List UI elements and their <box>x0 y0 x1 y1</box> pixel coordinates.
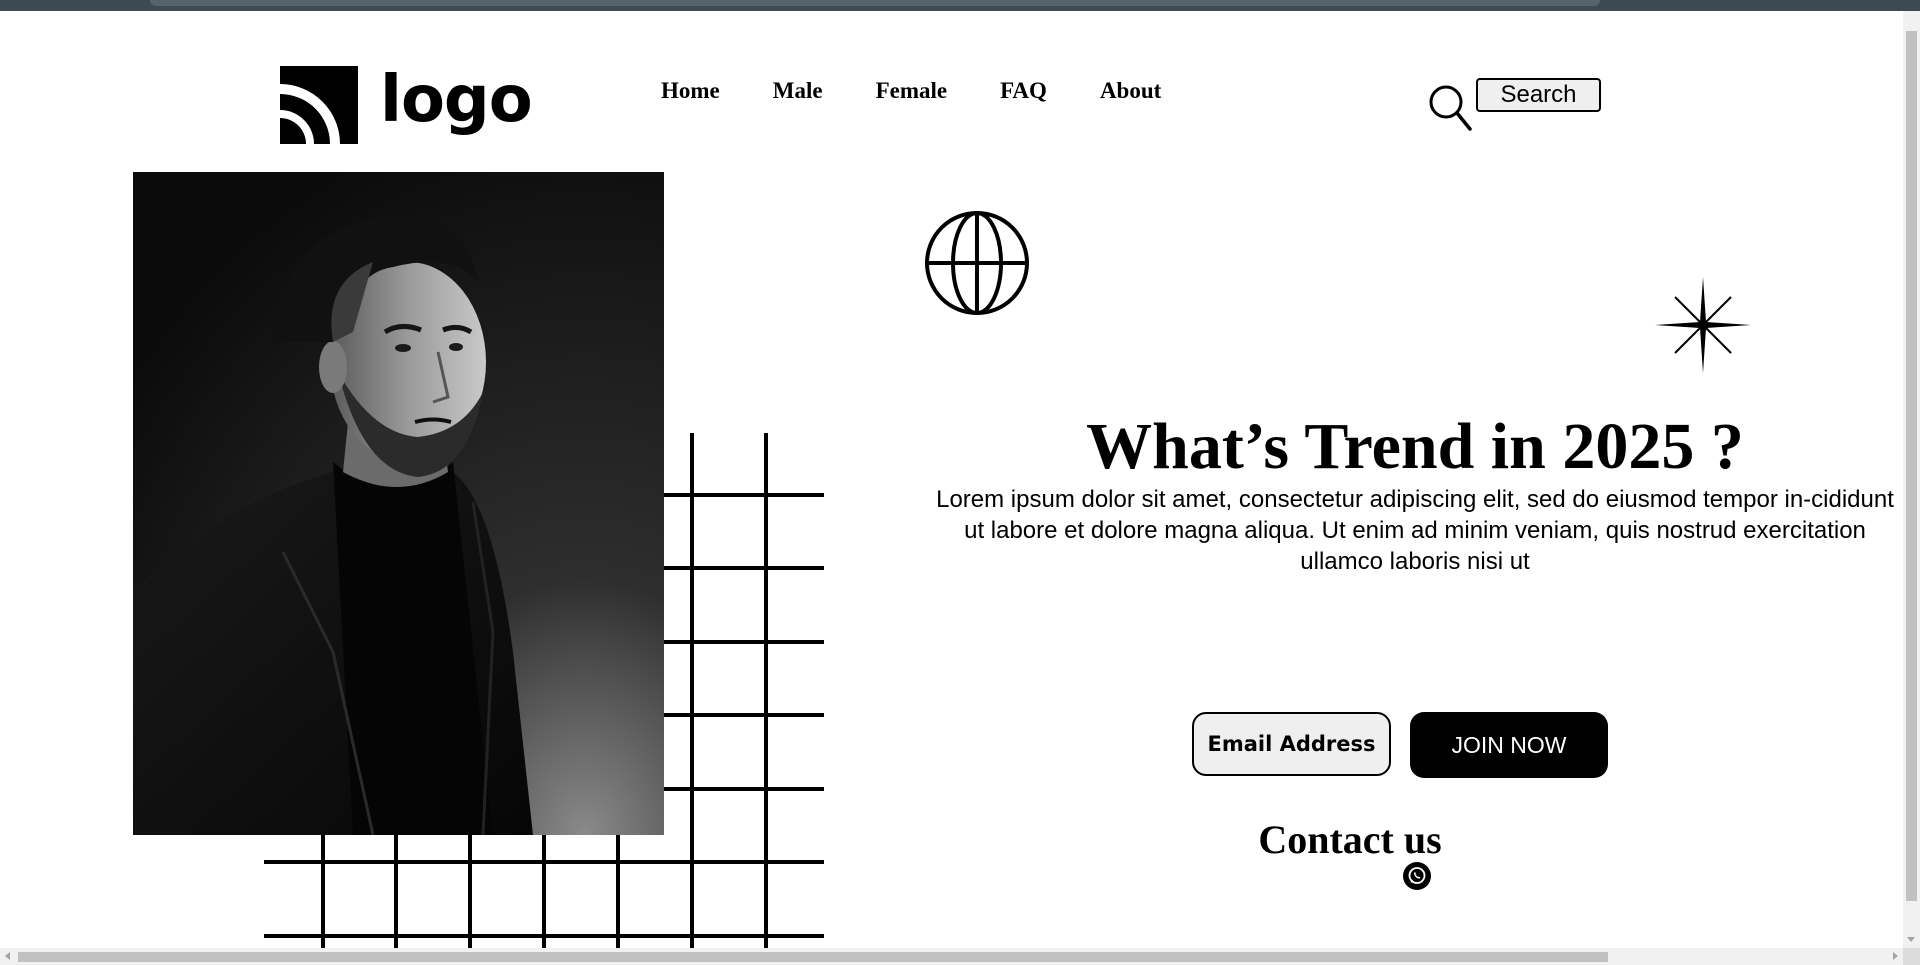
hero-title: What’s Trend in 2025 ? <box>1086 410 1744 483</box>
hero-photo <box>133 172 664 835</box>
hero-description: Lorem ipsum dolor sit amet, consectetur … <box>936 486 1894 575</box>
scroll-down-icon[interactable] <box>1907 937 1915 942</box>
contact-title: Contact us <box>1258 817 1442 862</box>
logo-mark-icon <box>280 66 358 144</box>
horizontal-scrollbar[interactable] <box>0 948 1903 965</box>
email-field[interactable] <box>1192 712 1391 776</box>
page: logo Home Male Female FAQ About Search W… <box>0 0 1920 965</box>
scroll-right-icon[interactable] <box>1893 952 1898 960</box>
scrollbar-corner <box>1903 948 1920 965</box>
search-button[interactable]: Search <box>1476 78 1601 112</box>
nav-female[interactable]: Female <box>876 78 948 104</box>
nav-faq[interactable]: FAQ <box>1000 78 1047 104</box>
join-now-button[interactable]: JOIN NOW <box>1410 712 1608 778</box>
nav-about[interactable]: About <box>1100 78 1161 104</box>
horizontal-scrollbar-thumb[interactable] <box>18 952 1608 962</box>
nav-home[interactable]: Home <box>661 78 720 104</box>
vertical-scrollbar-thumb[interactable] <box>1906 31 1917 901</box>
logo-text: logo <box>380 63 533 137</box>
globe-icon <box>925 211 1029 315</box>
browser-chrome-strip <box>0 0 1920 11</box>
main-nav: Home Male Female FAQ About <box>661 78 1161 104</box>
vertical-scrollbar[interactable] <box>1903 11 1920 948</box>
search-icon[interactable] <box>1428 84 1472 132</box>
sparkle-icon <box>1655 277 1751 373</box>
whatsapp-icon[interactable] <box>1403 862 1431 890</box>
browser-address-bar[interactable] <box>150 0 1600 6</box>
site-logo[interactable]: logo <box>280 63 533 144</box>
scroll-left-icon[interactable] <box>5 952 10 960</box>
nav-male[interactable]: Male <box>773 78 823 104</box>
